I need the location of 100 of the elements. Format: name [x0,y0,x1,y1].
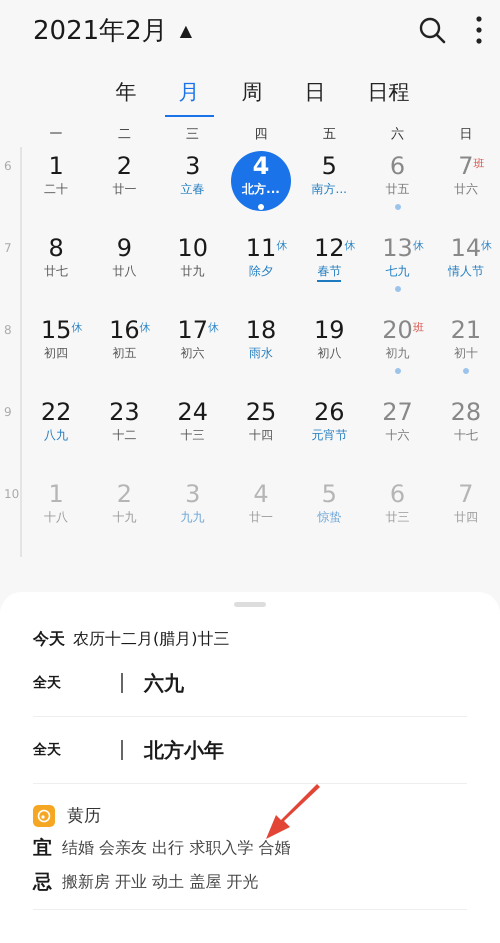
lunar-date: 十四 [248,427,273,444]
view-tab[interactable]: 日 [290,72,340,117]
lunar-date: 廿一 [112,181,136,198]
lunar-date: 九九 [180,509,205,526]
day-number: 23 [109,397,140,427]
month-title[interactable]: 2021年2月 [33,12,168,48]
lunar-date: 初六 [180,345,205,362]
lunar-date: 元宵节 [311,427,348,444]
day-cell[interactable]: 10 廿九 [162,233,223,293]
lunar-date: 初十 [454,345,478,362]
almanac-label: 忌 [33,870,52,895]
day-cell[interactable]: 1 二十 [26,151,86,211]
day-number: 7 [458,479,474,509]
weekday-label: 四 [253,126,268,143]
lunar-date: 南方... [312,181,347,198]
day-number: 22 [40,397,72,427]
day-number: 18 [246,315,276,345]
day-number: 3 [185,151,200,181]
day-cell[interactable]: 26 元宵节 [299,397,360,457]
day-number: 27 [382,397,413,427]
day-cell[interactable]: 8 廿七 [26,233,86,293]
day-number: 2 [116,151,132,181]
weekday-label: 日 [458,126,474,143]
lunar-date: 廿五 [386,181,410,198]
day-number: 6 [390,479,406,509]
event-title[interactable]: 六九 [144,670,184,696]
day-cell[interactable]: 27 十六 [368,397,428,457]
lunar-date: 十三 [180,427,205,444]
day-number: 4 [253,479,269,509]
holiday-tag: 休 [481,231,492,261]
day-cell[interactable]: 6 廿五 [368,151,428,211]
lunar-date: 除夕 [248,263,273,280]
lunar-date: 惊蛰 [317,509,342,526]
day-cell[interactable]: 2 廿一 [94,151,154,211]
weekday-label: 六 [390,126,406,143]
lunar-date: 初八 [317,345,342,362]
view-tab[interactable]: 年 [102,72,150,117]
day-number: 26 [314,397,345,427]
lunar-date: 廿八 [112,263,136,280]
week-number: 9 [4,405,12,419]
day-number: 2 [116,479,132,509]
almanac-items: 搬新房 开业 动土 盖屋 开光 [62,872,258,892]
event-title[interactable]: 北方小年 [144,736,224,764]
holiday-tag: 休 [344,231,356,261]
day-cell[interactable]: 28 十七 [436,397,496,457]
lunar-date: 十七 [454,427,478,444]
weekday-label: 一 [48,126,64,143]
day-cell[interactable]: 22 八九 [26,397,86,457]
lunar-date: 二十 [44,181,68,198]
search-icon[interactable] [418,16,446,44]
day-number: 5 [322,479,337,509]
day-number: 4 [252,151,270,181]
day-number: 21 [450,315,482,345]
day-number: 8 [48,233,64,263]
day-cell[interactable]: 9 廿八 [94,233,154,293]
day-number: 6 [390,151,406,181]
lunar-date: 十六 [386,427,410,444]
lunar-date: 廿四 [454,509,478,526]
day-cell[interactable]: 19 初八 [299,315,360,375]
day-number: 5 [322,151,337,181]
lunar-date: 春节 [317,263,342,282]
day-number: 19 [314,315,345,345]
lunar-date: 情人节 [448,263,484,280]
lunar-date: 初五 [112,345,136,362]
day-number: 10 [177,233,208,263]
week-number: 7 [4,241,12,255]
day-cell[interactable]: 3 立春 [162,151,223,211]
day-cell[interactable]: 23 十二 [94,397,154,457]
more-icon[interactable] [476,16,482,44]
day-cell[interactable]: 4 北方... [230,151,291,211]
view-tab[interactable]: 月 [164,72,214,117]
day-number: 1 [48,479,64,509]
caret-icon[interactable]: ▲ [180,20,192,40]
day-cell[interactable]: 5 南方... [299,151,360,211]
lunar-date: 雨水 [248,345,273,362]
weekday-label: 二 [116,126,132,143]
lunar-date: 立春 [180,181,205,198]
lunar-date: 廿六 [454,181,478,198]
holiday-tag: 班 [412,313,424,343]
almanac-title[interactable]: 黄历 [67,804,101,827]
day-cell[interactable]: 21 初十 [436,315,496,375]
holiday-tag: 班 [473,149,484,179]
view-tab[interactable]: 日程 [354,72,424,117]
drag-handle[interactable] [234,602,266,607]
lunar-date: 初四 [44,345,68,362]
week-number: 8 [4,323,12,337]
holiday-tag: 休 [276,231,288,261]
day-cell[interactable]: 25 十四 [230,397,291,457]
lunar-date: 八九 [44,427,68,444]
day-cell[interactable]: 18 雨水 [230,315,291,375]
day-cell[interactable]: 24 十三 [162,397,223,457]
weekday-label: 三 [185,126,200,143]
day-number: 24 [177,397,208,427]
almanac-label: 宜 [33,836,52,861]
weekday-label: 五 [322,126,337,143]
view-tab[interactable]: 周 [228,72,276,117]
lunar-date: 廿七 [44,263,68,280]
holiday-tag: 休 [71,313,82,343]
lunar-date: 十八 [44,509,68,526]
day-number: 1 [48,151,64,181]
